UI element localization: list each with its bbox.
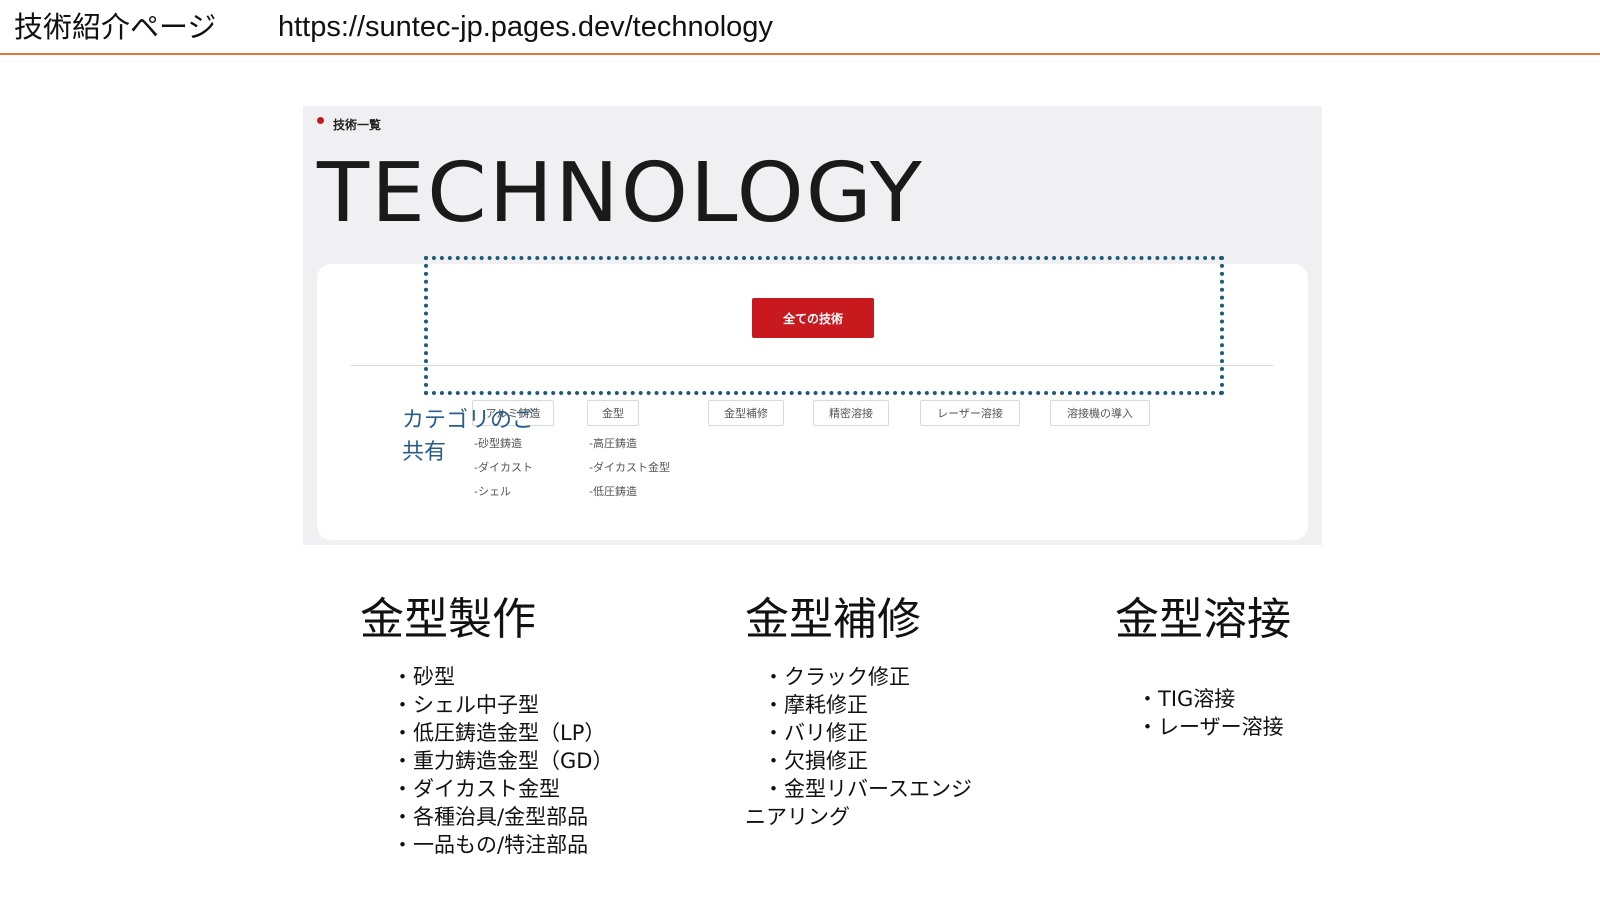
list-item: ・ダイカスト金型 (392, 777, 560, 801)
list-item: ・一品もの/特注部品 (392, 833, 589, 857)
column-heading: 金型製作 (360, 594, 536, 645)
annotation-line-2: 共有 (402, 440, 447, 465)
list-item: ・レーザー溶接 (1137, 715, 1284, 739)
list-item: ・砂型 (392, 665, 455, 689)
annotation-line-1: カテゴリのご (402, 408, 535, 433)
list-item: ・シェル中子型 (392, 693, 539, 717)
item-list: ・TIG溶接 ・レーザー溶接 (1137, 685, 1284, 741)
column-mold-welding: 金型溶接 ・TIG溶接 ・レーザー溶接 (1115, 592, 1291, 739)
list-item: ・重力鋳造金型（GD） (392, 749, 614, 773)
category-mold-repair[interactable]: 金型補修 (708, 400, 784, 426)
column-mold-repair: 金型補修 ・クラック修正 ・摩耗修正 ・バリ修正 ・欠損修正 ・金型リバースエン… (745, 592, 972, 829)
list-item: ・TIG溶接 (1137, 687, 1236, 711)
list-item: ・金型リバースエンジ (763, 777, 972, 801)
subcategory-link[interactable]: -シェル (474, 483, 511, 499)
breadcrumb-dot-icon (317, 117, 324, 124)
list-item: ニアリング (745, 805, 850, 829)
subcategory-link[interactable]: -高圧鋳造 (589, 435, 637, 451)
category-laser-welding[interactable]: レーザー溶接 (920, 400, 1020, 426)
slide-title: 技術紹介ページ (14, 10, 217, 44)
item-list: ・砂型 ・シェル中子型 ・低圧鋳造金型（LP） ・重力鋳造金型（GD） ・ダイカ… (392, 663, 613, 859)
list-item: ・欠損修正 (763, 749, 868, 773)
item-list: ・クラック修正 ・摩耗修正 ・バリ修正 ・欠損修正 ・金型リバースエンジ ニアリ… (745, 663, 972, 831)
highlight-box (424, 256, 1224, 395)
category-mold[interactable]: 金型 (587, 400, 639, 426)
list-item: ・バリ修正 (763, 721, 868, 745)
page-title: TECHNOLOGY (317, 146, 924, 241)
column-heading: 金型補修 (745, 594, 921, 645)
category-welder-introduction[interactable]: 溶接機の導入 (1050, 400, 1150, 426)
page-url[interactable]: https://suntec-jp.pages.dev/technology (278, 8, 773, 46)
subcategory-link[interactable]: -低圧鋳造 (589, 483, 637, 499)
category-precision-welding[interactable]: 精密溶接 (813, 400, 889, 426)
breadcrumb[interactable]: 技術一覧 (333, 116, 381, 133)
list-item: ・クラック修正 (763, 665, 910, 689)
list-item: ・低圧鋳造金型（LP） (392, 721, 606, 745)
slide-header: 技術紹介ページ https://suntec-jp.pages.dev/tech… (0, 0, 1600, 55)
column-mold-making: 金型製作 ・砂型 ・シェル中子型 ・低圧鋳造金型（LP） ・重力鋳造金型（GD）… (360, 592, 613, 857)
column-heading: 金型溶接 (1115, 594, 1291, 645)
subcategory-link[interactable]: -ダイカスト金型 (589, 459, 670, 475)
list-item: ・各種治具/金型部品 (392, 805, 589, 829)
annotation-text: カテゴリのご 共有 (402, 405, 534, 469)
list-item: ・摩耗修正 (763, 693, 868, 717)
